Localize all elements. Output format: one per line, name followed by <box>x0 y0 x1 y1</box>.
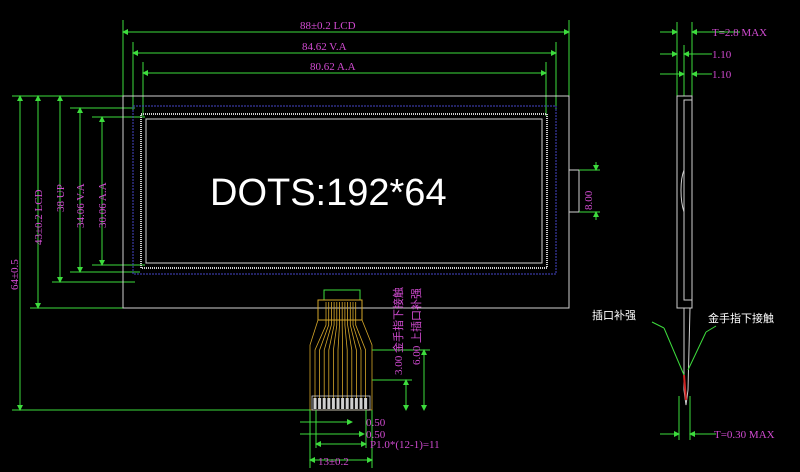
stiffener-callout: 插口补强 <box>592 308 636 322</box>
width-lcd-label: 88±0.2 LCD <box>300 20 356 32</box>
gold-finger-pad <box>350 398 354 409</box>
height-aa-label: 30.06 A.A <box>97 182 109 228</box>
fpc-trace <box>337 302 340 398</box>
gold-finger-pad <box>359 398 363 409</box>
height-up-label: 38 UP <box>55 184 67 212</box>
gold-finger-pad <box>345 398 349 409</box>
fpc-trace <box>352 302 362 398</box>
width-va-label: 84.62 V.A <box>302 41 347 53</box>
gold-finger-pad <box>336 398 340 409</box>
gold-finger-offset-label: 3.00 金手指下接触 <box>391 287 405 375</box>
gold-finger-pad <box>313 398 317 409</box>
thickness-max-label: T=2.8 MAX <box>712 27 767 39</box>
gold-finger-pad <box>364 398 368 409</box>
lcd-drawing: 88±0.2 LCD 84.62 V.A 80.62 A.A 64±0.5 43… <box>9 20 775 468</box>
fpc-trace <box>323 302 332 398</box>
fpc-thickness-label: T=0.30 MAX <box>714 429 775 441</box>
side-view <box>651 22 740 440</box>
pad-1-label: 0.50 <box>366 417 386 429</box>
dots-resolution-label: DOTS:192*64 <box>210 172 447 214</box>
left-dimension-lines <box>12 95 310 411</box>
stiffener-offset-label: 6.00 上插口补强 <box>409 288 423 365</box>
fpc-width-label: 13±0.2 <box>318 456 349 468</box>
width-aa-label: 80.62 A.A <box>310 61 356 73</box>
layer-1-label: 1.10 <box>712 49 732 61</box>
height-va-label: 34.06 V.A <box>75 183 87 228</box>
gold-finger-pad <box>331 398 335 409</box>
pitch-label: P1.0*(12-1)=11 <box>370 439 440 451</box>
height-total-label: 64±0.5 <box>9 259 21 290</box>
gold-finger-pad <box>322 398 326 409</box>
gold-finger-callout: 金手指下接触 <box>708 311 774 325</box>
side-height-label: 8.00 <box>583 190 595 210</box>
gold-finger-pad <box>341 398 345 409</box>
layer-2-label: 1.10 <box>712 69 732 81</box>
gold-finger-pad <box>327 398 331 409</box>
fpc-trace <box>347 302 353 398</box>
fpc-trace <box>344 302 348 398</box>
height-lcd-label: 43±0.2 LCD <box>33 189 45 245</box>
gold-finger-pad <box>354 398 358 409</box>
gold-finger-pad <box>318 398 322 409</box>
